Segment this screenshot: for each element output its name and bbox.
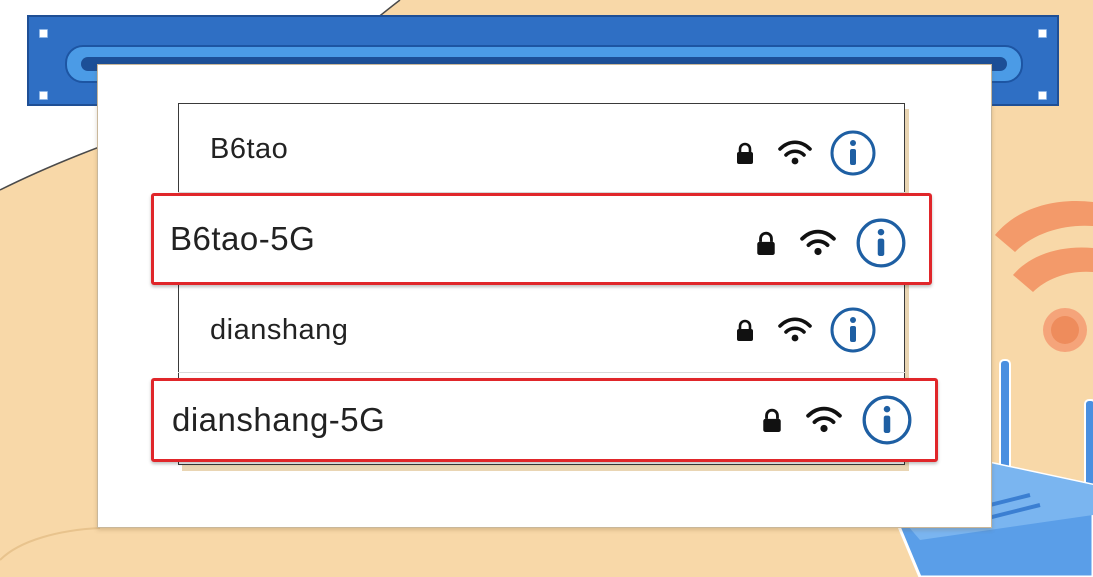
- wifi-icon: [800, 229, 836, 257]
- network-ssid: dianshang-5G: [172, 401, 386, 438]
- network-row-dianshang-5g[interactable]: dianshang-5G: [151, 378, 938, 462]
- screw-icon: [39, 91, 48, 100]
- info-icon[interactable]: [856, 218, 906, 268]
- wifi-icon: [778, 140, 812, 166]
- lock-icon: [736, 319, 754, 341]
- network-ssid: dianshang: [210, 313, 349, 346]
- info-icon[interactable]: [830, 307, 876, 353]
- lock-icon: [756, 231, 776, 255]
- screw-icon: [39, 29, 48, 38]
- wifi-icon: [806, 406, 842, 434]
- network-row-b6tao-5g[interactable]: B6tao-5G: [151, 193, 932, 285]
- info-icon[interactable]: [830, 130, 876, 176]
- screw-icon: [1038, 29, 1047, 38]
- lock-icon: [736, 142, 754, 164]
- lock-icon: [762, 408, 782, 432]
- network-row-dianshang[interactable]: dianshang: [178, 290, 905, 370]
- wifi-signal-art: [995, 200, 1093, 352]
- network-ssid: B6tao: [210, 132, 289, 165]
- wifi-icon: [778, 317, 812, 343]
- network-ssid: B6tao-5G: [170, 220, 316, 257]
- info-icon[interactable]: [862, 395, 912, 445]
- network-row-b6tao[interactable]: B6tao: [178, 110, 905, 188]
- list-divider: [178, 372, 905, 373]
- screw-icon: [1038, 91, 1047, 100]
- illustration-stage: B6tao B6tao-5G dianshang dianshang-5G: [0, 0, 1093, 577]
